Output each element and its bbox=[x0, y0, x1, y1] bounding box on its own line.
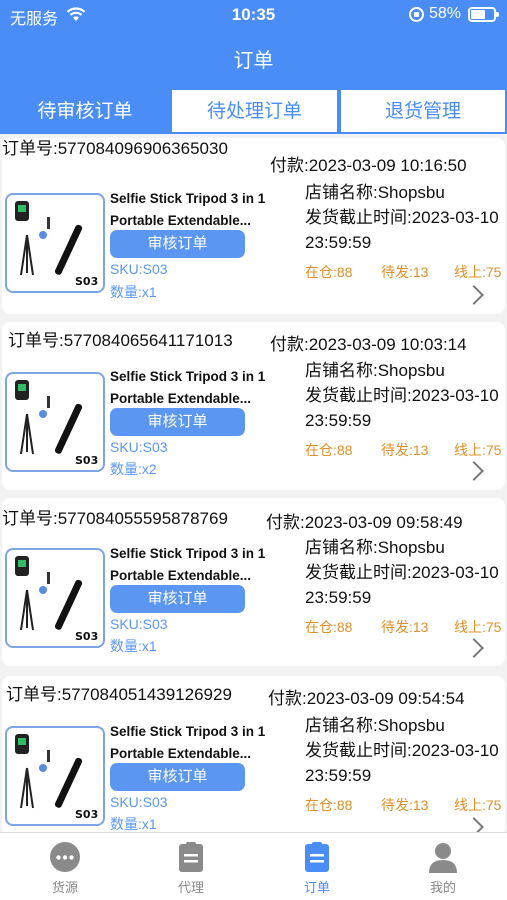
shop-name: 店铺名称:Shopsbu bbox=[305, 361, 445, 380]
order-card[interactable]: 订单号:577084051439126929 付款:2023-03-09 09:… bbox=[2, 676, 505, 837]
sku-text: SKU:S03 bbox=[110, 794, 168, 810]
sku-text: SKU:S03 bbox=[110, 439, 168, 455]
tabbar-item-sources[interactable]: 货源 bbox=[2, 833, 128, 900]
order-tabs: 待审核订单 待处理订单 退货管理 bbox=[0, 88, 507, 134]
chevron-right-icon[interactable] bbox=[464, 461, 484, 481]
selfie-stick-image: S03 bbox=[15, 556, 98, 643]
ship-deadline: 发货截止时间:2023-03-10 23:59:59 bbox=[305, 563, 499, 607]
order-number: 订单号:577084065641171013 bbox=[8, 331, 233, 350]
top-bar: 无服务 10:35 58% 订单 bbox=[0, 0, 507, 88]
product-name-line2: Portable Extendable... bbox=[110, 746, 252, 761]
svg-text:S03: S03 bbox=[75, 808, 98, 821]
product-thumbnail[interactable]: S03 bbox=[5, 726, 105, 826]
paid-time: 付款:2023-03-09 10:16:50 bbox=[270, 156, 467, 175]
ship-deadline: 发货截止时间:2023-03-10 23:59:59 bbox=[305, 386, 499, 430]
bottom-tab-bar: 货源 代理 订单 我的 bbox=[0, 832, 507, 900]
sku-text: SKU:S03 bbox=[110, 261, 168, 277]
ship-deadline: 发货截止时间:2023-03-10 23:59:59 bbox=[305, 741, 499, 785]
ship-deadline: 发货截止时间:2023-03-10 23:59:59 bbox=[305, 208, 499, 252]
product-thumbnail[interactable]: S03 bbox=[5, 372, 105, 472]
tabbar-label: 货源 bbox=[51, 880, 78, 895]
tabbar-item-orders[interactable]: 订单 bbox=[254, 833, 380, 900]
tabbar-label: 我的 bbox=[429, 880, 456, 895]
person-icon bbox=[429, 843, 457, 873]
order-card[interactable]: 订单号:577084055595878769 付款:2023-03-09 09:… bbox=[2, 498, 505, 666]
online-count: 线上:75 bbox=[454, 619, 502, 635]
order-number: 订单号:577084051439126929 bbox=[6, 685, 232, 704]
online-count: 线上:75 bbox=[454, 264, 502, 280]
paid-time: 付款:2023-03-09 09:58:49 bbox=[266, 513, 463, 532]
quantity-text: 数量:x1 bbox=[110, 816, 157, 832]
quantity-text: 数量:x1 bbox=[110, 284, 157, 300]
order-number: 订单号:577084055595878769 bbox=[2, 509, 228, 528]
selfie-stick-image: S03 bbox=[15, 734, 98, 821]
clipboard-icon bbox=[179, 842, 203, 872]
battery-percent: 58% bbox=[429, 5, 462, 22]
online-count: 线上:75 bbox=[454, 797, 502, 813]
rotation-lock-icon bbox=[409, 7, 424, 22]
battery-icon bbox=[468, 7, 499, 22]
product-name-line1: Selfie Stick Tripod 3 in 1 bbox=[110, 546, 266, 561]
product-thumbnail[interactable]: S03 bbox=[5, 193, 105, 293]
tab-pending-review[interactable]: 待审核订单 bbox=[0, 88, 170, 134]
stock-count: 在仓:88 bbox=[305, 264, 353, 280]
tabbar-label: 订单 bbox=[303, 880, 330, 895]
stock-count: 在仓:88 bbox=[305, 619, 353, 635]
tabbar-item-mine[interactable]: 我的 bbox=[380, 833, 506, 900]
tabbar-label: 代理 bbox=[177, 880, 204, 895]
status-bar: 无服务 10:35 58% bbox=[0, 0, 507, 30]
shop-name: 店铺名称:Shopsbu bbox=[305, 538, 445, 557]
product-name-line2: Portable Extendable... bbox=[110, 568, 252, 583]
review-order-button[interactable]: 审核订单 bbox=[110, 763, 245, 791]
pending-count: 待发:13 bbox=[381, 797, 429, 813]
pending-count: 待发:13 bbox=[381, 264, 429, 280]
stock-count: 在仓:88 bbox=[305, 442, 353, 458]
svg-text:S03: S03 bbox=[75, 275, 98, 288]
tabbar-item-agent[interactable]: 代理 bbox=[128, 833, 254, 900]
order-card[interactable]: 订单号:577084096906365030 付款:2023-03-09 10:… bbox=[2, 138, 505, 314]
order-card[interactable]: 订单号:577084065641171013 付款:2023-03-09 10:… bbox=[2, 322, 505, 490]
product-name-line1: Selfie Stick Tripod 3 in 1 bbox=[110, 191, 266, 206]
svg-text:S03: S03 bbox=[75, 630, 98, 643]
chat-bubble-icon bbox=[50, 842, 80, 872]
chevron-right-icon[interactable] bbox=[464, 285, 484, 305]
product-name-line1: Selfie Stick Tripod 3 in 1 bbox=[110, 724, 266, 739]
tab-returns[interactable]: 退货管理 bbox=[339, 88, 507, 134]
chevron-right-icon[interactable] bbox=[464, 638, 484, 658]
review-order-button[interactable]: 审核订单 bbox=[110, 230, 245, 258]
sku-text: SKU:S03 bbox=[110, 616, 168, 632]
online-count: 线上:75 bbox=[454, 442, 502, 458]
review-order-button[interactable]: 审核订单 bbox=[110, 408, 245, 436]
selfie-stick-image: S03 bbox=[15, 380, 98, 467]
order-list-icon bbox=[305, 842, 329, 872]
pending-count: 待发:13 bbox=[381, 442, 429, 458]
quantity-text: 数量:x2 bbox=[110, 461, 157, 477]
selfie-stick-image: S03 bbox=[15, 201, 98, 288]
shop-name: 店铺名称:Shopsbu bbox=[305, 716, 445, 735]
shop-name: 店铺名称:Shopsbu bbox=[305, 183, 445, 202]
pending-count: 待发:13 bbox=[381, 619, 429, 635]
quantity-text: 数量:x1 bbox=[110, 638, 157, 654]
product-thumbnail[interactable]: S03 bbox=[5, 548, 105, 648]
paid-time: 付款:2023-03-09 09:54:54 bbox=[268, 689, 465, 708]
svg-text:S03: S03 bbox=[75, 454, 98, 467]
product-name-line1: Selfie Stick Tripod 3 in 1 bbox=[110, 369, 266, 384]
order-number: 订单号:577084096906365030 bbox=[2, 139, 228, 158]
product-name-line2: Portable Extendable... bbox=[110, 391, 252, 406]
paid-time: 付款:2023-03-09 10:03:14 bbox=[270, 335, 467, 354]
review-order-button[interactable]: 审核订单 bbox=[110, 585, 245, 613]
product-name-line2: Portable Extendable... bbox=[110, 213, 252, 228]
page-title: 订单 bbox=[233, 50, 274, 72]
stock-count: 在仓:88 bbox=[305, 797, 353, 813]
tab-pending-process[interactable]: 待处理订单 bbox=[170, 88, 339, 134]
